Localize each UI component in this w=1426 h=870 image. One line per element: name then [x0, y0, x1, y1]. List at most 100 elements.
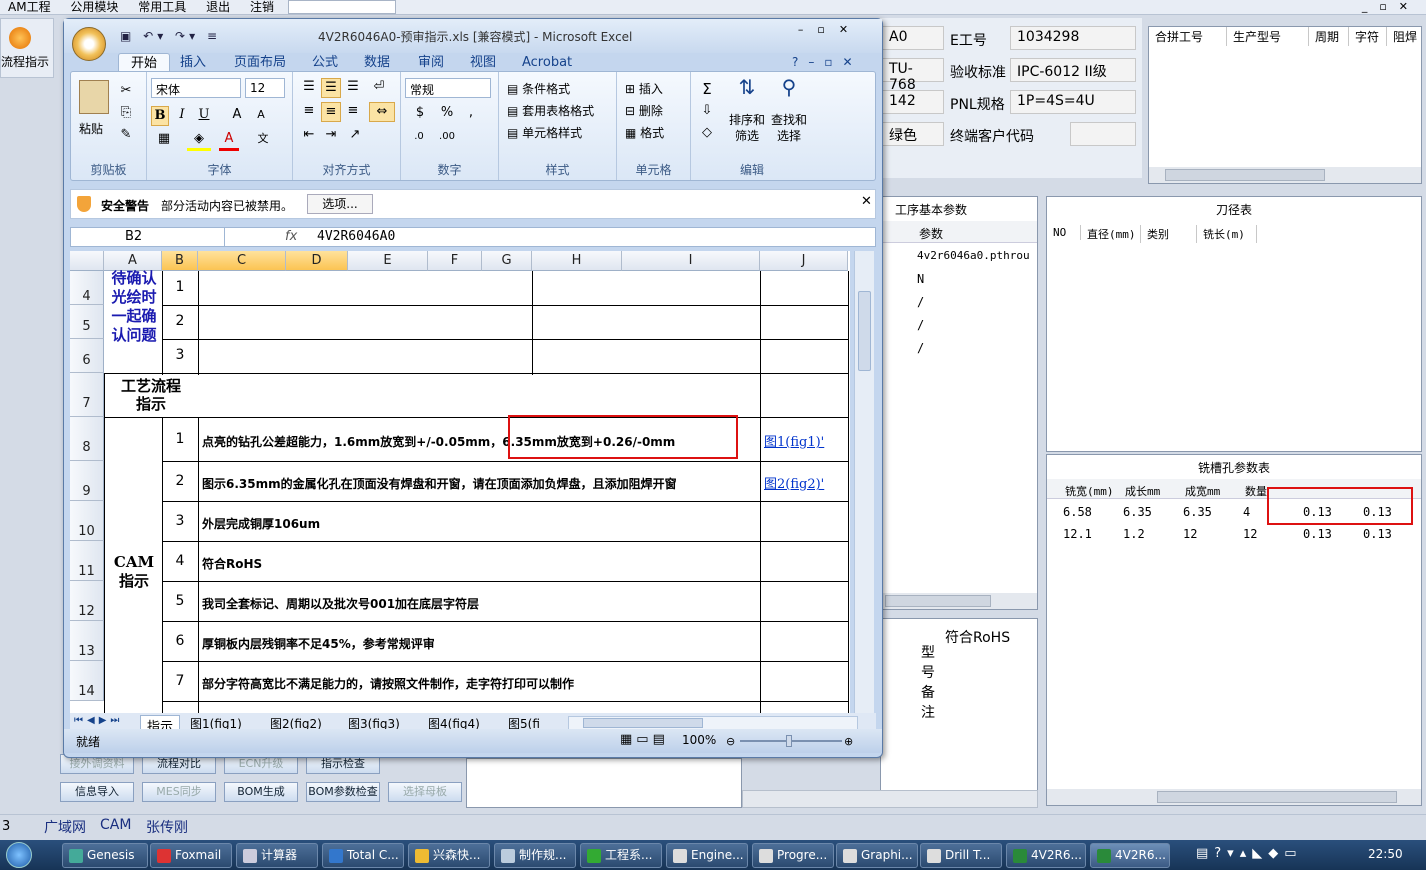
menu-dropdown[interactable] — [288, 0, 396, 14]
merge-center-icon[interactable]: ⇔ — [369, 102, 395, 122]
increase-decimal-icon[interactable]: .0 — [407, 128, 431, 146]
row-header[interactable]: 13 — [70, 621, 104, 661]
column-header[interactable]: B — [162, 251, 198, 271]
delete-cells-button[interactable]: ⊟ 删除 — [625, 102, 663, 119]
color-field[interactable]: 绿色 — [882, 122, 944, 146]
align-top-icon[interactable]: ☰ — [299, 78, 319, 96]
bold-icon[interactable]: B — [151, 106, 169, 126]
find-select-icon[interactable]: ⚲ — [773, 77, 805, 97]
menu-item[interactable]: 退出 — [198, 0, 238, 14]
number-format-select[interactable]: 常规 — [405, 78, 491, 98]
column-header[interactable]: H — [532, 251, 622, 271]
align-center-icon[interactable]: ≡ — [321, 102, 341, 122]
customer-code-field[interactable] — [1070, 122, 1136, 146]
e-number-field[interactable]: 1034298 — [1010, 26, 1136, 50]
tab-review[interactable]: 审阅 — [406, 53, 456, 73]
bom-generate-button[interactable]: BOM生成 — [224, 782, 298, 802]
paste-icon[interactable] — [79, 80, 109, 114]
ribbon-controls[interactable]: ?–▫✕ — [792, 55, 863, 69]
currency-icon[interactable]: $ — [407, 104, 433, 122]
font-name-select[interactable]: 宋体 — [151, 78, 241, 98]
row-header[interactable]: 9 — [70, 461, 104, 501]
format-painter-icon[interactable]: ✎ — [117, 126, 135, 144]
select-motherboard-button[interactable]: 选择母板 — [388, 782, 462, 802]
phonetic-icon[interactable]: 文 — [251, 130, 275, 148]
menu-item[interactable]: AM工程 — [0, 0, 59, 14]
format-cells-button[interactable]: ▦ 格式 — [625, 124, 664, 141]
mes-sync-button[interactable]: MES同步 — [142, 782, 216, 802]
row-header[interactable]: 12 — [70, 581, 104, 621]
vertical-scrollbar[interactable] — [854, 251, 874, 713]
row-header[interactable]: 5 — [70, 305, 104, 339]
row-header[interactable]: 14 — [70, 661, 104, 701]
tray-icons[interactable]: ▤?▾▴◣◆▭ — [1196, 846, 1303, 861]
shrink-font-icon[interactable]: A — [251, 106, 271, 124]
format-as-table-button[interactable]: ▤ 套用表格格式 — [507, 102, 594, 119]
bom-param-check-button[interactable]: BOM参数检查 — [306, 782, 380, 802]
close-icon[interactable]: ✕ — [861, 194, 872, 209]
taskbar-item-active[interactable]: 4V2R6... — [1090, 843, 1170, 868]
row-header[interactable]: 10 — [70, 501, 104, 541]
font-color-icon[interactable]: A — [219, 130, 239, 151]
tab-data[interactable]: 数据 — [352, 53, 402, 73]
taskbar-item[interactable]: Foxmail — [150, 843, 232, 868]
font-size-select[interactable]: 12 — [245, 78, 285, 98]
autosum-icon[interactable]: Σ — [697, 80, 717, 98]
horizontal-scrollbar[interactable] — [1149, 167, 1421, 183]
find-select-button[interactable]: 查找和 选择 — [771, 112, 807, 144]
align-left-icon[interactable]: ≡ — [299, 102, 319, 120]
merge-table[interactable]: 合拼工号 生产型号 周期 字符 阻焊 — [1148, 26, 1422, 184]
fill-icon[interactable]: ⇩ — [697, 102, 717, 120]
align-bottom-icon[interactable]: ☰ — [343, 78, 363, 96]
cut-icon[interactable]: ✂ — [117, 82, 135, 100]
cell-styles-button[interactable]: ▤ 单元格样式 — [507, 124, 582, 141]
figure-link[interactable]: 图1(fig1)' — [764, 431, 824, 450]
underline-icon[interactable]: U — [195, 106, 213, 124]
tab-formulas[interactable]: 公式 — [300, 53, 350, 73]
decrease-decimal-icon[interactable]: .00 — [435, 128, 459, 146]
zoom-level[interactable]: 100% — [682, 733, 716, 747]
taskbar-item[interactable]: Graphi... — [836, 843, 918, 868]
menu-item[interactable]: 常用工具 — [130, 0, 194, 14]
copy-icon[interactable]: ⎘ — [117, 104, 135, 122]
accept-standard-field[interactable]: IPC-6012 II级 — [1010, 58, 1136, 82]
taskbar-item[interactable]: Progre... — [752, 843, 834, 868]
grow-font-icon[interactable]: A — [227, 106, 247, 124]
horizontal-scrollbar[interactable] — [881, 593, 1037, 609]
fill-color-icon[interactable]: ◈ — [187, 130, 211, 151]
column-header[interactable]: F — [428, 251, 482, 271]
column-header[interactable]: G — [482, 251, 532, 271]
horizontal-scrollbar[interactable] — [568, 716, 858, 730]
tab-view[interactable]: 视图 — [458, 53, 508, 73]
zoom-slider[interactable]: ⊖ ⊕ — [726, 735, 856, 748]
taskbar-item[interactable]: Drill T... — [920, 843, 1002, 868]
column-header[interactable]: A — [104, 251, 162, 271]
italic-icon[interactable]: I — [173, 106, 191, 124]
taskbar-item[interactable]: 制作规... — [494, 843, 576, 868]
column-header[interactable]: I — [622, 251, 760, 271]
comma-icon[interactable]: , — [461, 104, 481, 122]
figure-link[interactable]: 图2(fig2)' — [764, 473, 824, 492]
slot-table[interactable]: 铣槽孔参数表 铣宽(mm) 成长mm 成宽mm 数量 6.58 6.35 6.3… — [1046, 454, 1422, 806]
column-header[interactable]: J — [760, 251, 848, 271]
horizontal-scrollbar[interactable] — [742, 790, 1038, 808]
tool-table[interactable]: 刀径表 NO 直径(mm) 类别 铣长(m) — [1046, 196, 1422, 452]
wrap-text-icon[interactable]: ⏎ — [369, 78, 389, 96]
taskbar-item[interactable]: Engine... — [666, 843, 748, 868]
taskbar-item[interactable]: Total C... — [322, 843, 404, 868]
field-value[interactable]: TU-768 — [882, 58, 944, 93]
row-header[interactable]: 7 — [70, 373, 104, 417]
pnl-spec-field[interactable]: 1P=4S=4U — [1010, 90, 1136, 114]
taskbar-item[interactable]: 计算器 — [236, 843, 318, 868]
row-header[interactable]: 8 — [70, 417, 104, 461]
sheet-nav-arrows[interactable]: ⏮◀▶⏭ — [74, 715, 123, 726]
flow-indicator-button[interactable]: 流程指示 — [0, 18, 54, 78]
increase-indent-icon[interactable]: ⇥ — [321, 126, 341, 144]
start-button-icon[interactable] — [6, 842, 32, 868]
horizontal-scrollbar[interactable] — [1047, 789, 1421, 805]
insert-cells-button[interactable]: ⊞ 插入 — [625, 80, 663, 97]
align-right-icon[interactable]: ≡ — [343, 102, 363, 120]
quick-access-toolbar[interactable]: ▣ ↶▾ ↷▾ ≡ — [120, 29, 250, 47]
sort-filter-icon[interactable]: ⇅ — [731, 77, 763, 97]
fx-icon[interactable]: fx — [285, 229, 297, 244]
